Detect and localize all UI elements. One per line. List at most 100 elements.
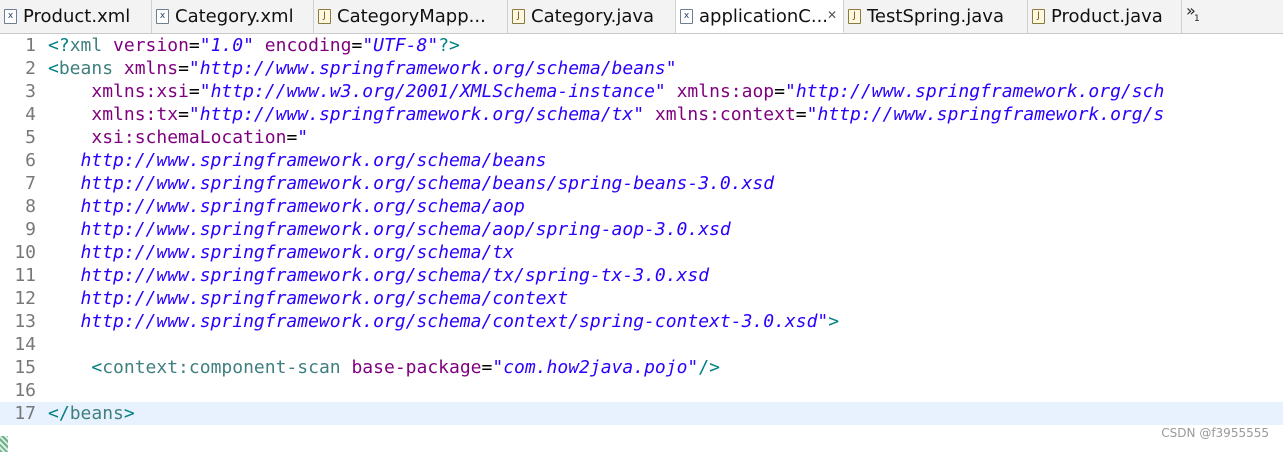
code-token: context:component-scan bbox=[102, 357, 341, 378]
code-token: xmlns:aop bbox=[676, 81, 775, 102]
code-token: > bbox=[828, 311, 840, 332]
line-number: 1 bbox=[25, 35, 36, 56]
tab-4[interactable]: x applicationC... ✕ bbox=[676, 0, 844, 33]
line-number: 3 bbox=[25, 81, 36, 102]
code-text: http://www.springframework.org/schema/ao… bbox=[48, 218, 731, 241]
code-token: http://www.springframework.org/schema/ao… bbox=[80, 219, 731, 240]
code-token: xmlns:tx bbox=[91, 104, 179, 125]
code-token: = bbox=[188, 81, 200, 102]
code-token: "http://www.springframework.org/s bbox=[806, 104, 1165, 125]
code-line[interactable]: 1 <?xml version="1.0" encoding="UTF-8"?> bbox=[0, 34, 1283, 57]
tab-label: Category.xml bbox=[175, 6, 294, 27]
code-text: <context:component-scan base-package="co… bbox=[48, 356, 720, 379]
code-token: http://www.springframework.org/schema/co… bbox=[80, 311, 829, 332]
tab-overflow-button[interactable]: » 1 bbox=[1182, 0, 1222, 33]
java-file-icon: J bbox=[318, 9, 331, 24]
code-token: "http://www.springframework.org/sch bbox=[784, 81, 1165, 102]
line-number: 10 bbox=[14, 242, 36, 263]
tab-5[interactable]: J TestSpring.java bbox=[844, 0, 1028, 33]
code-line[interactable]: 11 http://www.springframework.org/schema… bbox=[0, 264, 1283, 287]
change-marker bbox=[0, 436, 8, 452]
tab-3[interactable]: J Category.java bbox=[508, 0, 676, 33]
java-file-icon: J bbox=[848, 9, 861, 24]
code-line[interactable]: 4 xmlns:tx= "http://www.springframework.o… bbox=[0, 103, 1283, 126]
code-token: http://www.springframework.org/schema/be… bbox=[80, 173, 775, 194]
code-token: = bbox=[286, 127, 298, 148]
code-line[interactable]: 7 http://www.springframework.org/schema/… bbox=[0, 172, 1283, 195]
tab-6[interactable]: J Product.java bbox=[1028, 0, 1182, 33]
line-number: 15 bbox=[14, 357, 36, 378]
code-line[interactable]: 15 <context:component-scan base-package=… bbox=[0, 356, 1283, 379]
code-line[interactable]: 14 bbox=[0, 333, 1283, 356]
code-token: /> bbox=[698, 357, 720, 378]
code-token: > bbox=[123, 403, 135, 424]
code-token: = bbox=[351, 35, 363, 56]
tab-0[interactable]: x Product.xml bbox=[0, 0, 152, 33]
tab-1[interactable]: x Category.xml bbox=[152, 0, 314, 33]
code-token: http://www.springframework.org/schema/ao… bbox=[80, 196, 525, 217]
code-token: version bbox=[113, 35, 189, 56]
code-token: "http://www.w3.org/2001/XMLSchema-instan… bbox=[199, 81, 666, 102]
code-token: http://www.springframework.org/schema/tx bbox=[80, 242, 514, 263]
line-number: 13 bbox=[14, 311, 36, 332]
code-line[interactable]: 12 http://www.springframework.org/schema… bbox=[0, 287, 1283, 310]
line-number: 4 bbox=[25, 104, 36, 125]
xml-file-icon: x bbox=[680, 8, 693, 24]
line-number: 11 bbox=[14, 265, 36, 286]
code-text: http://www.springframework.org/schema/be… bbox=[48, 149, 547, 172]
close-icon[interactable]: ✕ bbox=[827, 8, 837, 22]
tab-2[interactable]: J CategoryMapp... bbox=[314, 0, 508, 33]
code-token: http://www.springframework.org/schema/co… bbox=[80, 288, 569, 309]
code-line[interactable]: 16 bbox=[0, 379, 1283, 402]
line-number: 7 bbox=[25, 173, 36, 194]
code-token: ?> bbox=[438, 35, 460, 56]
code-line[interactable]: 6 http://www.springframework.org/schema/… bbox=[0, 149, 1283, 172]
code-token: "http://www.springframework.org/schema/b… bbox=[188, 58, 677, 79]
code-line[interactable]: 8 http://www.springframework.org/schema/… bbox=[0, 195, 1283, 218]
code-text: </beans> bbox=[48, 402, 135, 425]
line-number: 14 bbox=[14, 334, 36, 355]
code-text: xsi:schemaLocation=" bbox=[48, 126, 308, 149]
line-number: 16 bbox=[14, 380, 36, 401]
line-number: 9 bbox=[25, 219, 36, 240]
line-number: 17 bbox=[14, 403, 36, 424]
code-editor[interactable]: 1 <?xml version="1.0" encoding="UTF-8"?> 2… bbox=[0, 33, 1283, 452]
code-line[interactable]: 10 http://www.springframework.org/schema… bbox=[0, 241, 1283, 264]
code-token: "1.0" bbox=[199, 35, 254, 56]
code-line[interactable]: 2 <beans xmlns="http://www.springframewor… bbox=[0, 57, 1283, 80]
code-token: "UTF-8" bbox=[362, 35, 439, 56]
code-text: http://www.springframework.org/schema/tx bbox=[48, 241, 514, 264]
code-token: http://www.springframework.org/schema/be… bbox=[80, 150, 547, 171]
code-line[interactable]: 5 xsi:schemaLocation=" bbox=[0, 126, 1283, 149]
code-token: " bbox=[297, 127, 309, 148]
xml-file-icon: x bbox=[4, 9, 17, 24]
code-line[interactable]: 17 </beans> bbox=[0, 402, 1283, 425]
line-number: 2 bbox=[25, 58, 36, 79]
code-line[interactable]: 13 http://www.springframework.org/schema… bbox=[0, 310, 1283, 333]
code-line[interactable]: 3 xmlns:xsi="http://www.w3.org/2001/XMLS… bbox=[0, 80, 1283, 103]
line-number: 6 bbox=[25, 150, 36, 171]
code-token: <? bbox=[48, 35, 70, 56]
code-line[interactable]: 9 http://www.springframework.org/schema/… bbox=[0, 218, 1283, 241]
code-token: < bbox=[91, 357, 103, 378]
java-file-icon: J bbox=[1032, 9, 1045, 24]
code-token: xmlns:context bbox=[654, 104, 796, 125]
tab-label: CategoryMapp... bbox=[337, 6, 486, 27]
watermark: CSDN @f3955555 bbox=[1161, 426, 1269, 440]
code-token: = bbox=[178, 104, 189, 125]
tab-label: Product.java bbox=[1051, 6, 1163, 27]
tab-label: Product.xml bbox=[23, 6, 131, 27]
